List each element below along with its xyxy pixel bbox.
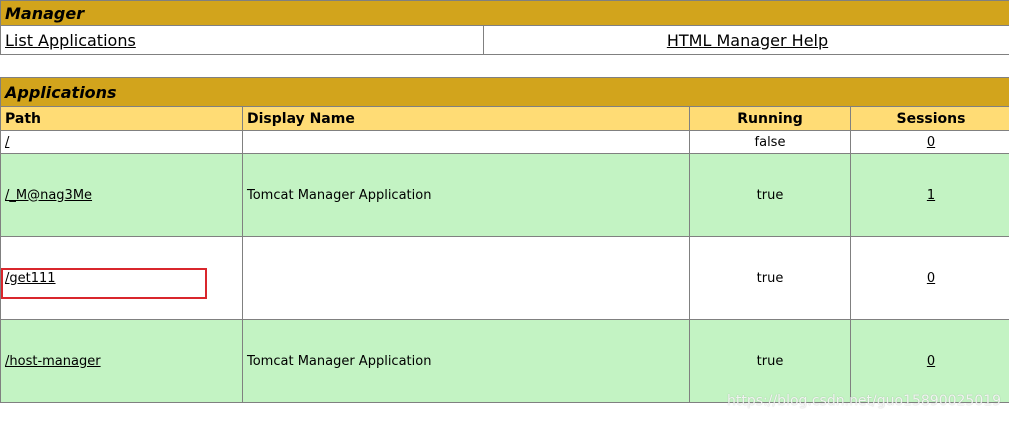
app-path-link[interactable]: / xyxy=(5,135,9,150)
list-applications-link[interactable]: List Applications xyxy=(5,31,136,50)
table-header-row: Path Display Name Running Sessions xyxy=(0,106,1009,131)
sessions-link[interactable]: 0 xyxy=(927,271,935,286)
table-row: /host-manager Tomcat Manager Application… xyxy=(0,319,1009,403)
column-header-display-name: Display Name xyxy=(242,106,690,131)
column-header-running: Running xyxy=(689,106,851,131)
display-name-cell xyxy=(242,236,690,320)
app-path-link[interactable]: /_M@nag3Me xyxy=(5,188,92,203)
path-cell: /host-manager xyxy=(0,319,243,403)
sessions-cell: 1 xyxy=(850,153,1009,237)
display-name-cell xyxy=(242,130,690,154)
sessions-cell: 0 xyxy=(850,130,1009,154)
manager-title: Manager xyxy=(0,0,1009,26)
column-header-path: Path xyxy=(0,106,243,131)
table-row: /get111 true 0 xyxy=(0,236,1009,320)
column-header-sessions: Sessions xyxy=(850,106,1009,131)
table-row: /_M@nag3Me Tomcat Manager Application tr… xyxy=(0,153,1009,237)
manager-box: Manager List Applications HTML Manager H… xyxy=(0,0,1009,55)
running-cell: true xyxy=(689,153,851,237)
sessions-link[interactable]: 0 xyxy=(927,135,935,150)
display-name-cell: Tomcat Manager Application xyxy=(242,153,690,237)
running-cell: false xyxy=(689,130,851,154)
running-cell: true xyxy=(689,319,851,403)
running-cell: true xyxy=(689,236,851,320)
app-path-link[interactable]: /host-manager xyxy=(5,354,101,369)
table-row: / false 0 xyxy=(0,130,1009,154)
path-cell: / xyxy=(0,130,243,154)
display-name-cell: Tomcat Manager Application xyxy=(242,319,690,403)
applications-title: Applications xyxy=(0,77,1009,107)
watermark-text: https://blog.csdn.net/guo15890025019 xyxy=(727,393,1002,409)
sessions-link[interactable]: 1 xyxy=(927,188,935,203)
list-applications-cell: List Applications xyxy=(0,25,484,55)
applications-table: Applications Path Display Name Running S… xyxy=(0,77,1009,403)
sessions-link[interactable]: 0 xyxy=(927,354,935,369)
html-manager-help-link[interactable]: HTML Manager Help xyxy=(667,31,828,50)
manager-help-cell: HTML Manager Help xyxy=(483,25,1009,55)
app-path-link[interactable]: /get111 xyxy=(5,271,56,286)
sessions-cell: 0 xyxy=(850,319,1009,403)
path-cell: /_M@nag3Me xyxy=(0,153,243,237)
path-cell: /get111 xyxy=(0,236,243,320)
sessions-cell: 0 xyxy=(850,236,1009,320)
